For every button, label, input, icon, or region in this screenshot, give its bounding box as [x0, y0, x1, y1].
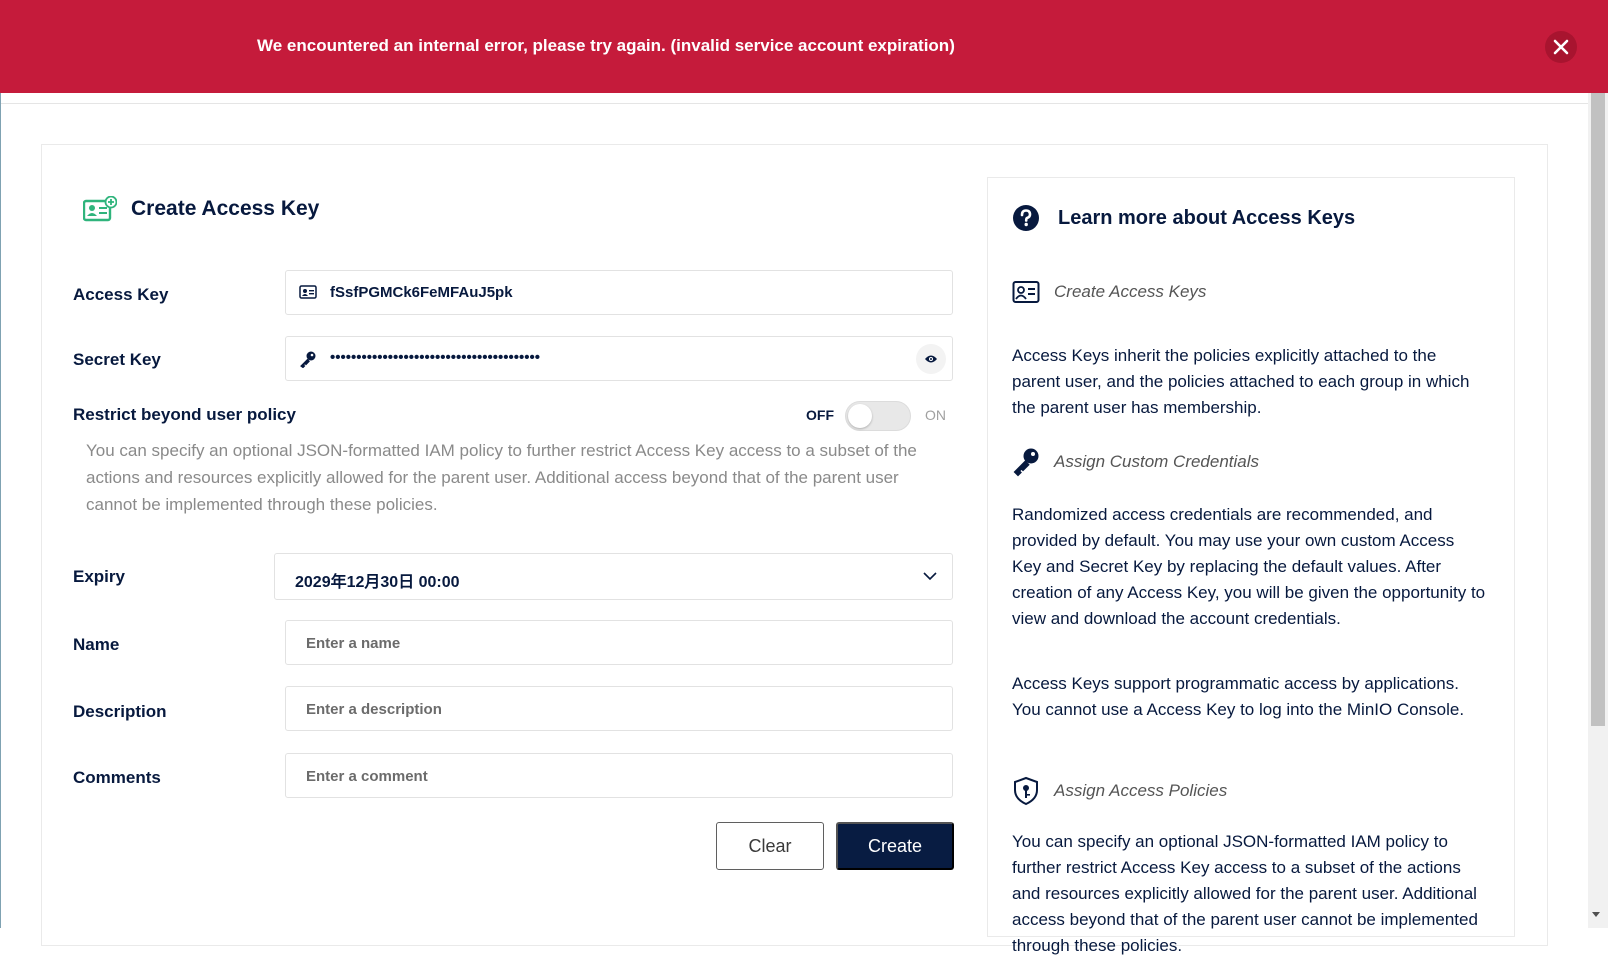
- help-paragraph: Access Keys support programmatic access …: [1012, 674, 1465, 719]
- key-icon: [300, 351, 316, 368]
- chevron-down-icon: [923, 572, 937, 581]
- help-section-title: Create Access Keys: [1054, 282, 1207, 301]
- access-key-label: Access Key: [73, 285, 169, 304]
- help-paragraph: Access Keys inherit the policies explici…: [1012, 346, 1470, 417]
- shield-icon: [1014, 776, 1038, 806]
- help-section-title: Assign Custom Credentials: [1054, 452, 1260, 471]
- help-section-policies: Assign Access Policies: [1012, 776, 1227, 806]
- access-key-icon: [83, 196, 117, 222]
- header-divider: [0, 103, 1588, 104]
- comments-field-box: [285, 753, 953, 799]
- secret-key-field[interactable]: ••••••••••••••••••••••••••••••••••••••••: [285, 336, 953, 381]
- question-circle-icon: [1013, 205, 1039, 231]
- help-header: Learn more about Access Keys: [1012, 204, 1355, 232]
- help-section-create: Create Access Keys: [1012, 280, 1206, 304]
- help-section-credentials: Assign Custom Credentials: [1012, 447, 1259, 477]
- toggle-knob[interactable]: [848, 404, 872, 428]
- toggle-off-label: OFF: [806, 407, 834, 423]
- form-header: Create Access Key: [83, 196, 319, 222]
- name-label: Name: [73, 635, 120, 654]
- access-key-field[interactable]: fSsfPGMCk6FeMFAuJ5pk: [285, 270, 953, 315]
- help-paragraph: Randomized access credentials are recomm…: [1012, 505, 1486, 628]
- eye-icon: [925, 355, 937, 363]
- key-icon: [1013, 448, 1039, 477]
- page-title: Create Access Key: [131, 197, 320, 220]
- description-input[interactable]: [304, 687, 908, 732]
- help-title: Learn more about Access Keys: [1058, 206, 1356, 229]
- comments-input[interactable]: [304, 754, 908, 799]
- restrict-policy-label: Restrict beyond user policy: [73, 405, 296, 424]
- expiry-select[interactable]: 2029年12月30日 00:00: [274, 553, 953, 600]
- close-icon: [1553, 39, 1569, 55]
- access-key-value: fSsfPGMCk6FeMFAuJ5pk: [330, 284, 513, 301]
- restrict-policy-toggle[interactable]: [845, 401, 911, 431]
- help-paragraph: You can specify an optional JSON-formatt…: [1012, 832, 1478, 955]
- clear-button[interactable]: Clear: [716, 822, 824, 870]
- help-section-title: Assign Access Policies: [1054, 781, 1228, 800]
- create-button[interactable]: Create: [836, 822, 954, 870]
- scroll-down-arrow[interactable]: [1592, 912, 1600, 917]
- name-field-box: [285, 620, 953, 666]
- toggle-on-label: ON: [925, 407, 946, 423]
- expiry-label: Expiry: [73, 567, 125, 586]
- expiry-value: 2029年12月30日 00:00: [295, 574, 460, 591]
- secret-key-label: Secret Key: [73, 350, 161, 369]
- error-message: We encountered an internal error, please…: [257, 36, 955, 55]
- close-error-button[interactable]: [1545, 31, 1577, 63]
- show-secret-button[interactable]: [916, 344, 946, 374]
- secret-key-value: ••••••••••••••••••••••••••••••••••••••••: [330, 349, 541, 366]
- error-banner: We encountered an internal error, please…: [0, 0, 1608, 93]
- scrollbar-thumb[interactable]: [1591, 93, 1605, 726]
- id-card-icon: [1012, 281, 1040, 303]
- id-card-icon: [299, 285, 317, 299]
- left-edge: [0, 93, 1, 928]
- name-input[interactable]: [304, 621, 908, 666]
- restrict-policy-help: You can specify an optional JSON-formatt…: [86, 441, 917, 514]
- comments-label: Comments: [73, 768, 161, 787]
- description-label: Description: [73, 702, 167, 721]
- description-field-box: [285, 686, 953, 732]
